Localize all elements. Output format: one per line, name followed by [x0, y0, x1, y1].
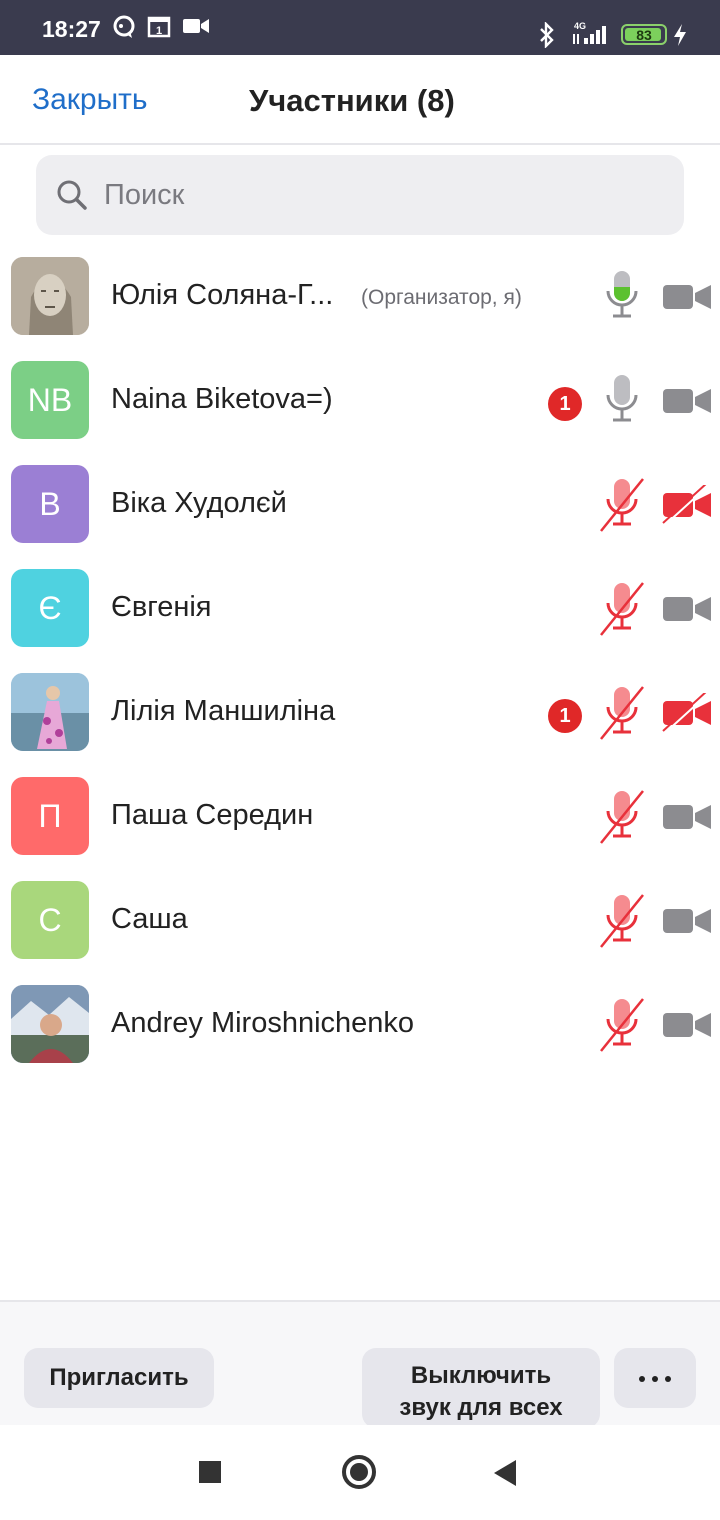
participant-name: Naina Biketova=): [111, 383, 333, 415]
footer-toolbar: Пригласить Выключить звук для всех: [0, 1300, 720, 1425]
participant-name: Саша: [111, 903, 188, 935]
participant-name: Євгенія: [111, 591, 212, 623]
video-camera-off-icon[interactable]: [661, 482, 713, 526]
video-camera-off-icon[interactable]: [661, 690, 713, 734]
participant-row[interactable]: П Паша Середин: [0, 765, 720, 869]
bluetooth-icon: [538, 21, 556, 53]
participant-name: Паша Середин: [111, 799, 314, 831]
participant-row[interactable]: Є Євгенія: [0, 557, 720, 661]
search-input[interactable]: [104, 173, 664, 217]
search-bar[interactable]: [36, 155, 684, 235]
status-bar: 18:27 1 4G 83: [0, 0, 720, 55]
page-title: Участники (8): [249, 83, 455, 118]
back-icon[interactable]: [494, 1460, 516, 1486]
microphone-icon[interactable]: [598, 371, 646, 431]
avatar: Є: [11, 569, 89, 647]
avatar: П: [11, 777, 89, 855]
close-button[interactable]: Закрыть: [32, 83, 148, 117]
unread-badge: 1: [548, 387, 582, 421]
participant-name: Лілія Маншиліна: [111, 695, 336, 727]
avatar: [11, 257, 89, 335]
header: Закрыть Участники (8): [0, 55, 720, 145]
video-camera-icon[interactable]: [661, 1005, 713, 1045]
participant-name: Юлія Соляна-Г...: [111, 279, 334, 311]
video-icon: [182, 14, 210, 43]
search-icon: [56, 179, 88, 216]
svg-text:1: 1: [156, 25, 162, 37]
chat-bubble-icon: [112, 14, 136, 45]
unread-badge: 1: [548, 699, 582, 733]
more-dots-icon: [639, 1376, 671, 1382]
microphone-muted-icon[interactable]: [598, 683, 646, 743]
microphone-muted-icon[interactable]: [598, 891, 646, 951]
participant-row[interactable]: В Віка Худолєй: [0, 453, 720, 557]
mute-all-label-line2: звук для всех: [399, 1394, 563, 1421]
video-camera-icon[interactable]: [661, 277, 713, 317]
microphone-icon[interactable]: [598, 267, 646, 327]
network-label: 4G: [574, 21, 586, 31]
avatar: NB: [11, 361, 89, 439]
microphone-muted-icon[interactable]: [598, 475, 646, 535]
signal-icon: 4G: [570, 20, 612, 53]
mute-all-button[interactable]: Выключить звук для всех: [362, 1348, 600, 1425]
participant-name: Віка Худолєй: [111, 487, 287, 519]
status-time: 18:27: [42, 16, 101, 42]
participant-row[interactable]: NB Naina Biketova=) 1: [0, 349, 720, 453]
participant-name: Andrey Miroshnichenko: [111, 1007, 415, 1039]
recent-apps-icon[interactable]: [199, 1461, 221, 1483]
mute-all-label-line1: Выключить: [410, 1362, 552, 1389]
video-camera-icon[interactable]: [661, 381, 713, 421]
participant-role: (Организатор, я): [361, 286, 522, 309]
video-camera-icon[interactable]: [661, 901, 713, 941]
invite-button[interactable]: Пригласить: [24, 1348, 214, 1408]
home-icon[interactable]: [342, 1455, 376, 1489]
participant-row[interactable]: С Саша: [0, 869, 720, 973]
battery-icon: 83: [621, 24, 667, 45]
calendar-icon: 1: [147, 14, 171, 43]
video-camera-icon[interactable]: [661, 589, 713, 629]
avatar: [11, 673, 89, 751]
battery-level: 83: [636, 27, 652, 43]
avatar: [11, 985, 89, 1063]
video-camera-icon[interactable]: [661, 797, 713, 837]
participant-row[interactable]: Юлія Соляна-Г... (Организатор, я): [0, 245, 720, 349]
system-nav-bar: [0, 1425, 720, 1520]
microphone-muted-icon[interactable]: [598, 995, 646, 1055]
participant-row[interactable]: Лілія Маншиліна 1: [0, 661, 720, 765]
microphone-muted-icon[interactable]: [598, 579, 646, 639]
microphone-muted-icon[interactable]: [598, 787, 646, 847]
participant-row[interactable]: Andrey Miroshnichenko: [0, 973, 720, 1077]
more-button[interactable]: [614, 1348, 696, 1408]
charging-icon: [672, 23, 688, 52]
avatar: В: [11, 465, 89, 543]
avatar: С: [11, 881, 89, 959]
